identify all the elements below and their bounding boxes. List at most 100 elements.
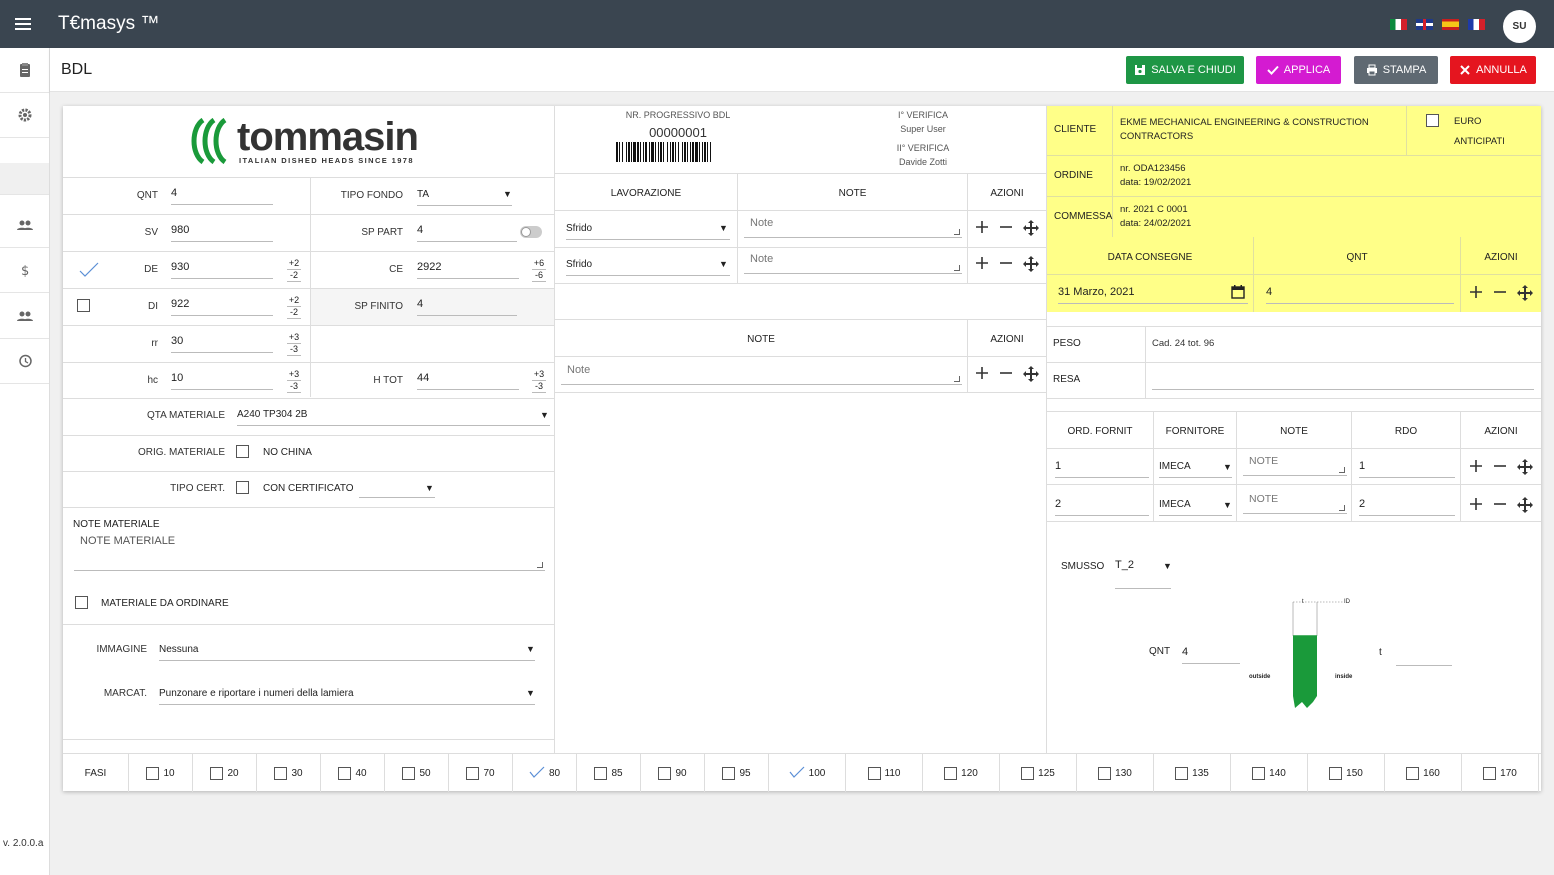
fase-checkbox[interactable] [1252,766,1266,780]
ord-fornit-input[interactable]: 1 [1055,460,1149,478]
ce-input[interactable]: 2922 [417,261,519,279]
h-tot-input[interactable]: 44 [417,372,519,390]
lavorazione-note-textarea[interactable]: Note [744,214,962,238]
immagine-select[interactable]: Nessuna [159,644,535,661]
fase-170[interactable]: 170 [1462,754,1539,792]
h-tot-tol-minus[interactable]: -3 [532,380,546,393]
fase-140[interactable]: 140 [1231,754,1308,792]
remove-row-icon[interactable] [999,220,1013,234]
rr-input[interactable]: 30 [171,335,273,353]
fornitore-note-textarea[interactable]: NOTE [1243,452,1347,476]
fase-checkbox[interactable] [1021,766,1035,780]
fase-95[interactable]: 95 [705,754,769,792]
note-materiale-textarea[interactable]: NOTE MATERIALE [74,535,545,571]
sidebar-item-history[interactable] [0,339,49,384]
fase-checkbox[interactable] [210,766,224,780]
fornitore-select[interactable]: IMECA [1159,499,1232,516]
french-flag-icon[interactable] [1468,19,1485,30]
fase-125[interactable]: 125 [1000,754,1077,792]
add-row-icon[interactable] [1469,497,1483,511]
add-row-icon[interactable] [1469,285,1483,299]
de-input[interactable]: 930 [171,261,273,279]
save-close-button[interactable]: SALVA E CHIUDI [1126,56,1244,84]
add-row-icon[interactable] [975,366,989,380]
fase-checkbox[interactable] [1406,766,1420,780]
lavorazione-select[interactable]: Sfrido [566,259,730,276]
fase-50[interactable]: 50 [385,754,449,792]
remove-row-icon[interactable] [999,256,1013,270]
move-row-icon[interactable] [1023,256,1039,272]
fase-85[interactable]: 85 [577,754,641,792]
fase-100[interactable]: 100 [769,754,846,792]
fase-150[interactable]: 150 [1308,754,1385,792]
materiale-da-ordinare-checkbox[interactable] [75,596,88,609]
add-row-icon[interactable] [1469,459,1483,473]
fase-checkbox[interactable] [274,766,288,780]
remove-row-icon[interactable] [1493,497,1507,511]
rdo-input[interactable]: 2 [1359,498,1455,516]
fase-checkbox[interactable] [1329,766,1343,780]
di-checkbox[interactable] [77,299,90,312]
italian-flag-icon[interactable] [1390,19,1407,30]
add-row-icon[interactable] [975,220,989,234]
euro-anticipati-checkbox[interactable] [1426,114,1439,127]
move-row-icon[interactable] [1517,459,1533,475]
fase-80[interactable]: 80 [513,754,577,792]
di-tol-minus[interactable]: -2 [287,306,301,319]
remove-row-icon[interactable] [1493,459,1507,473]
smusso-t-input[interactable] [1396,648,1452,666]
fase-checkbox[interactable] [594,766,608,780]
move-row-icon[interactable] [1517,285,1533,301]
hc-input[interactable]: 10 [171,372,273,390]
sidebar-item-prices[interactable]: $ [0,248,49,293]
spanish-flag-icon[interactable] [1442,19,1459,30]
move-row-icon[interactable] [1023,220,1039,236]
remove-row-icon[interactable] [999,366,1013,380]
apply-button[interactable]: APPLICA [1256,56,1341,84]
ord-fornit-input[interactable]: 2 [1055,498,1149,516]
fase-checkbox[interactable] [338,766,352,780]
fase-checkbox[interactable] [402,766,416,780]
move-row-icon[interactable] [1023,366,1039,382]
con-certificato-checkbox[interactable] [236,481,249,494]
sidebar-item-active[interactable] [0,163,49,195]
fase-checkbox[interactable] [146,766,160,780]
di-input[interactable]: 922 [171,298,273,316]
lavorazione-note-textarea[interactable]: Note [744,250,962,274]
fase-110[interactable]: 110 [846,754,923,792]
data-consegna-input[interactable]: 31 Marzo, 2021 [1058,286,1248,304]
fase-90[interactable]: 90 [641,754,705,792]
qnt-input[interactable]: 4 [171,187,273,205]
sp-part-toggle[interactable] [520,226,542,238]
fase-checkbox[interactable] [1483,766,1497,780]
rr-tol-minus[interactable]: -3 [287,343,301,356]
fase-checkbox[interactable] [1175,766,1189,780]
fase-checkmark-icon[interactable] [529,766,545,781]
sp-finito-input[interactable]: 4 [417,298,517,316]
move-row-icon[interactable] [1517,497,1533,513]
fase-30[interactable]: 30 [257,754,321,792]
print-button[interactable]: STAMPA [1354,56,1438,84]
tipo-fondo-select[interactable]: TA [417,189,512,206]
english-flag-icon[interactable] [1416,19,1433,30]
fase-40[interactable]: 40 [321,754,385,792]
marcat-select[interactable]: Punzonare e riportare i numeri della lam… [159,688,535,705]
fase-70[interactable]: 70 [449,754,513,792]
sv-input[interactable]: 980 [171,224,273,242]
fornitore-select[interactable]: IMECA [1159,461,1232,478]
fase-10[interactable]: 10 [129,754,193,792]
hc-tol-minus[interactable]: -3 [287,380,301,393]
fase-checkbox[interactable] [722,766,736,780]
lavorazione-select[interactable]: Sfrido [566,223,730,240]
consegna-qnt-input[interactable]: 4 [1266,286,1454,304]
sp-part-input[interactable]: 4 [417,224,517,242]
de-tol-minus[interactable]: -2 [287,269,301,282]
add-row-icon[interactable] [975,256,989,270]
qta-materiale-select[interactable]: A240 TP304 2B [237,409,550,426]
rdo-input[interactable]: 1 [1359,460,1455,478]
fase-135[interactable]: 135 [1154,754,1231,792]
fase-120[interactable]: 120 [923,754,1000,792]
fase-checkbox[interactable] [944,766,958,780]
sidebar-item-team[interactable] [0,294,49,339]
fase-20[interactable]: 20 [193,754,257,792]
